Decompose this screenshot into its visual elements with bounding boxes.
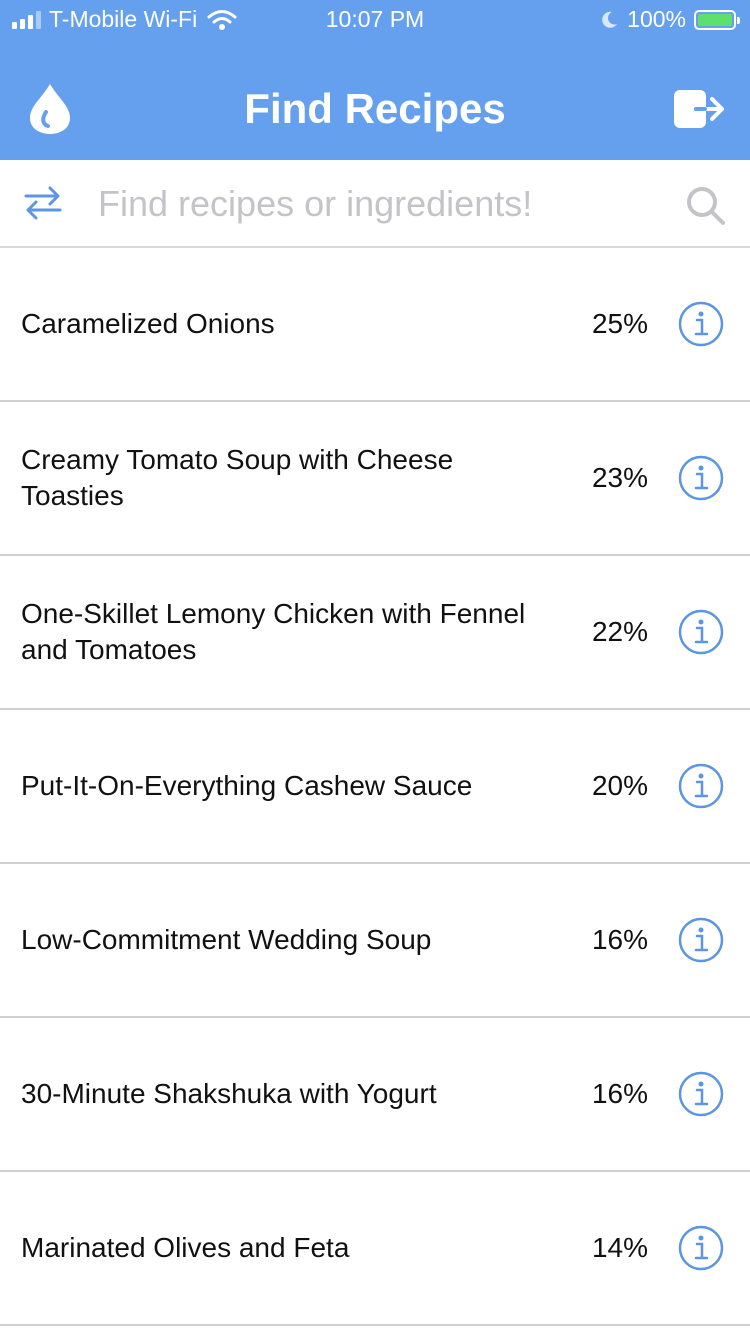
recipe-list: Caramelized Onions 25% Creamy Tomato Sou… xyxy=(0,248,750,1326)
search-input[interactable] xyxy=(98,174,658,234)
page-title: Find Recipes xyxy=(244,85,506,132)
list-item[interactable]: Low-Commitment Wedding Soup 16% xyxy=(0,864,750,1018)
swap-arrows-icon[interactable] xyxy=(22,182,64,224)
info-icon[interactable] xyxy=(678,1225,724,1271)
battery-icon xyxy=(694,9,740,30)
info-icon[interactable] xyxy=(678,455,724,501)
recipe-title: Put-It-On-Everything Cashew Sauce xyxy=(21,770,473,801)
info-icon[interactable] xyxy=(678,609,724,655)
search-bar xyxy=(0,160,750,248)
list-item[interactable]: Marinated Olives and Feta 14% xyxy=(0,1172,750,1326)
search-icon[interactable] xyxy=(684,184,726,226)
info-icon[interactable] xyxy=(678,917,724,963)
header: T-Mobile Wi-Fi 10:07 PM 100% Find Recipe… xyxy=(0,0,750,160)
nav-bar: Find Recipes xyxy=(0,40,750,160)
status-bar: T-Mobile Wi-Fi 10:07 PM 100% xyxy=(0,0,750,40)
match-percent: 23% xyxy=(591,462,648,493)
match-percent: 25% xyxy=(591,308,648,339)
match-percent: 14% xyxy=(591,1232,648,1263)
info-icon[interactable] xyxy=(678,763,724,809)
match-percent: 20% xyxy=(591,770,648,801)
recipe-title: Marinated Olives and Feta xyxy=(21,1232,350,1263)
list-item[interactable]: Creamy Tomato Soup with Cheese Toasties … xyxy=(0,402,750,556)
match-percent: 16% xyxy=(591,924,648,955)
list-item[interactable]: Caramelized Onions 25% xyxy=(0,248,750,402)
match-percent: 16% xyxy=(591,1078,648,1109)
recipe-title: Low-Commitment Wedding Soup xyxy=(21,924,432,955)
match-percent: 22% xyxy=(591,616,648,647)
battery-percent: 100% xyxy=(627,6,686,32)
moon-icon xyxy=(602,11,618,28)
recipe-title: One-Skillet Lemony Chicken with Fennel a… xyxy=(21,598,526,665)
logout-icon[interactable] xyxy=(672,86,726,132)
status-right: 100% xyxy=(599,6,740,33)
list-item[interactable]: 30-Minute Shakshuka with Yogurt 16% xyxy=(0,1018,750,1172)
info-icon[interactable] xyxy=(678,301,724,347)
recipe-title: Caramelized Onions xyxy=(21,308,275,339)
list-item[interactable]: One-Skillet Lemony Chicken with Fennel a… xyxy=(0,556,750,710)
info-icon[interactable] xyxy=(678,1071,724,1117)
recipe-title: Creamy Tomato Soup with Cheese Toasties xyxy=(21,444,454,511)
list-item[interactable]: Put-It-On-Everything Cashew Sauce 20% xyxy=(0,710,750,864)
recipe-title: 30-Minute Shakshuka with Yogurt xyxy=(21,1078,437,1109)
